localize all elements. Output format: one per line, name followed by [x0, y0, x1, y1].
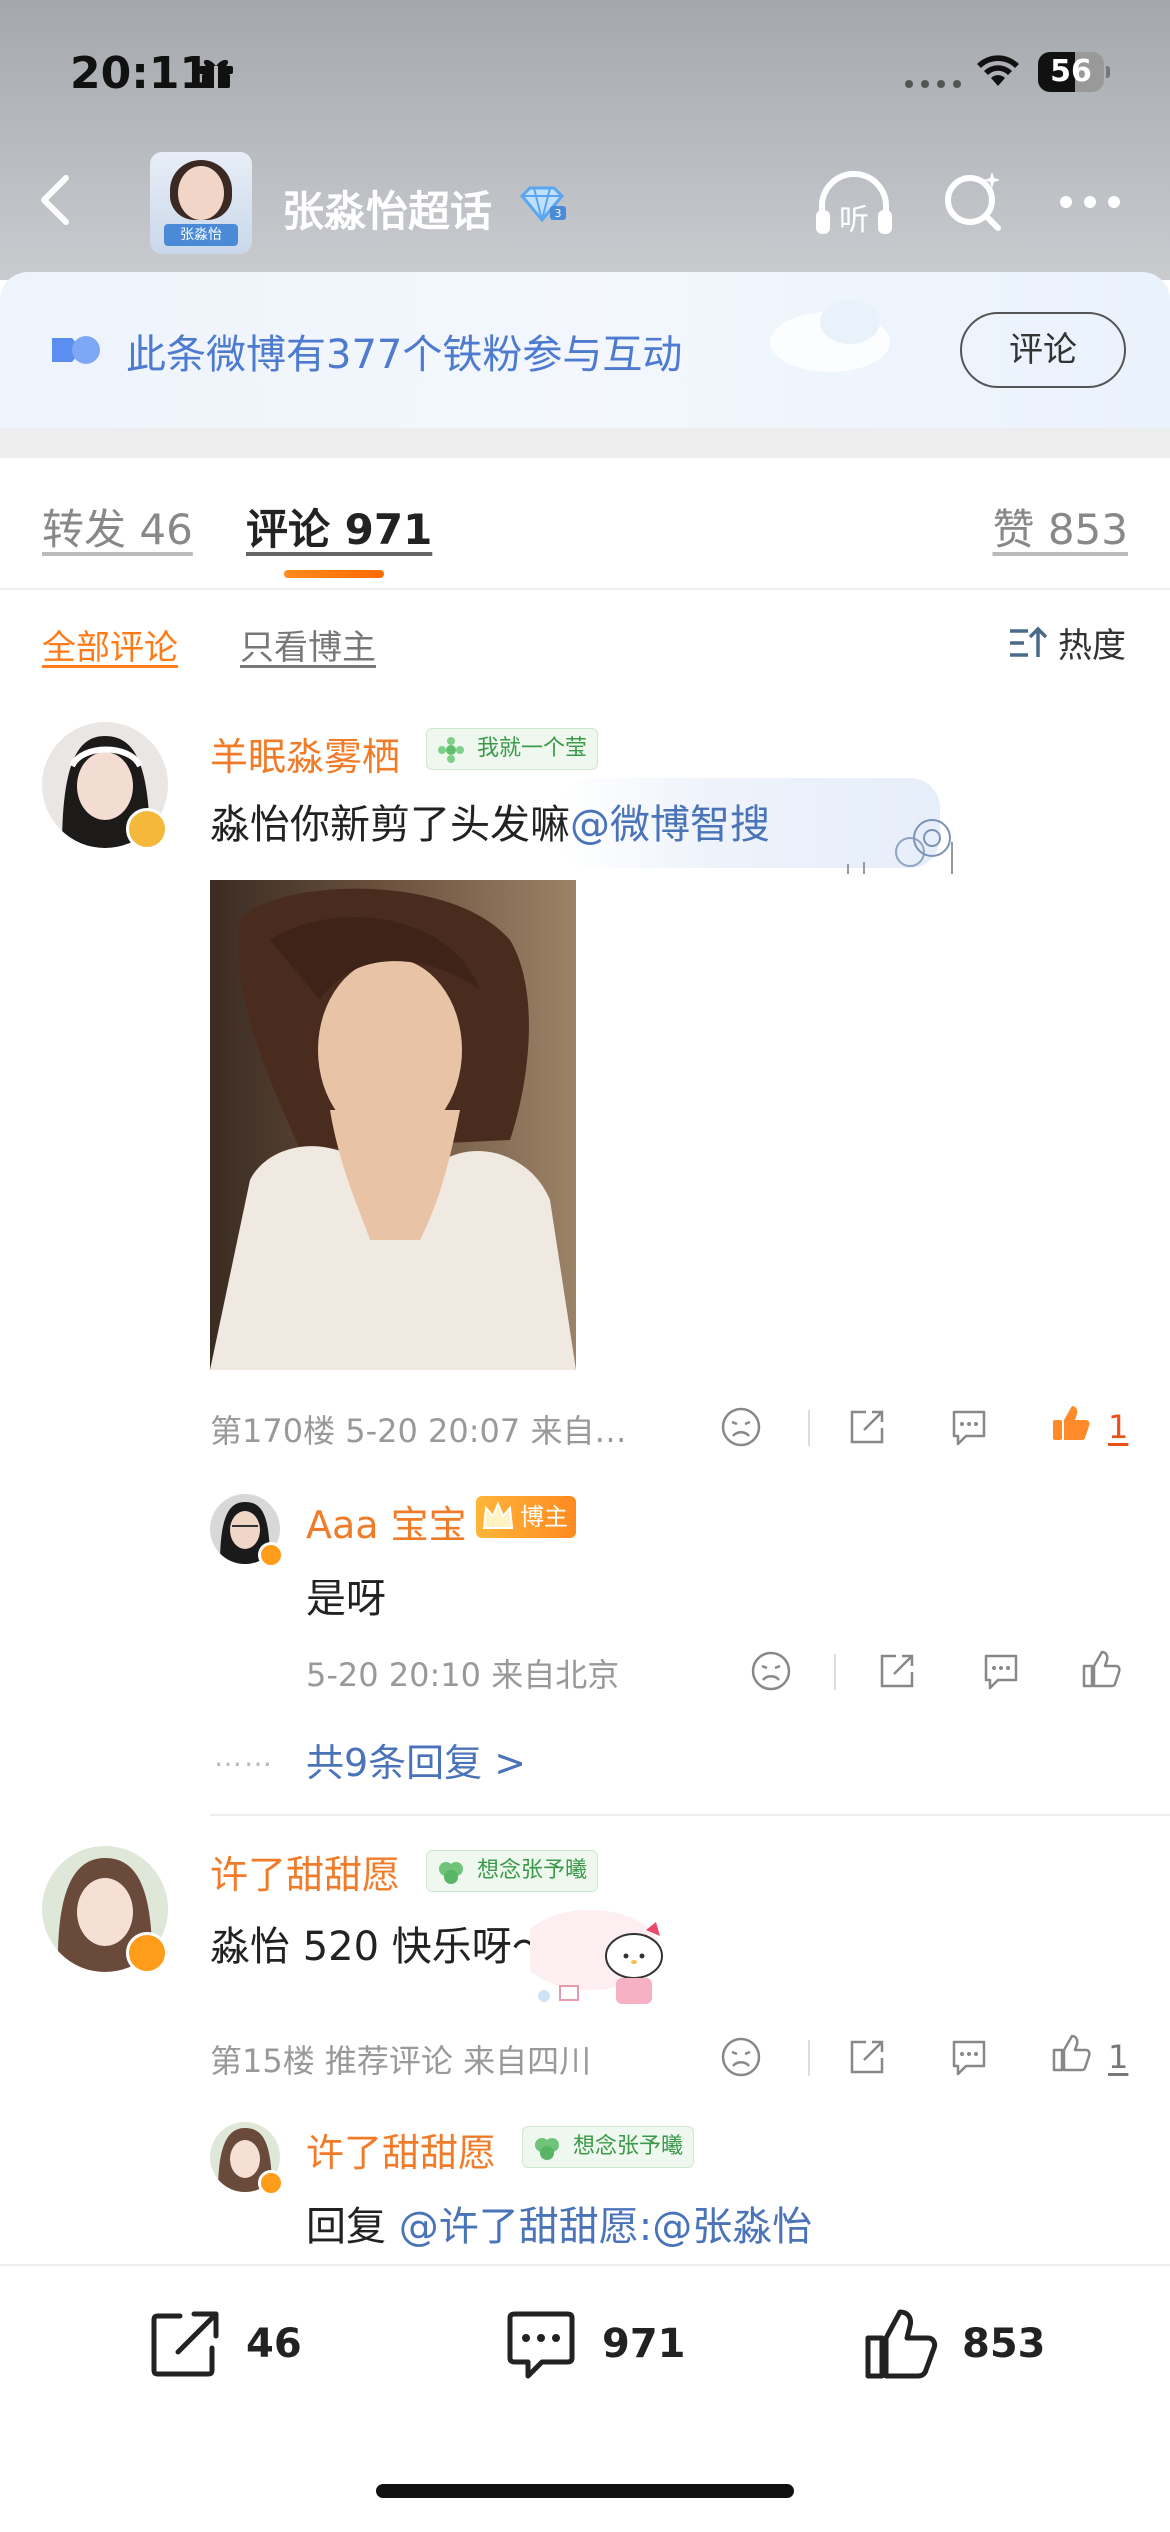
back-icon[interactable]	[32, 170, 82, 230]
comment-filter-row: 全部评论 只看博主 热度	[0, 592, 1170, 692]
verified-badge-icon	[258, 2170, 284, 2196]
reply-username[interactable]: 许了甜甜愿	[306, 2122, 496, 2177]
status-bar: 20:11 56	[0, 0, 1170, 140]
detail-tabs: 转发 46 评论 971 赞 853	[0, 458, 1170, 590]
comment-meta: 第170楼 5-20 20:07 来自…	[210, 1412, 627, 1450]
wifi-icon	[977, 55, 1019, 86]
more-replies-link[interactable]: 共9条回复 >	[306, 1732, 526, 1787]
nav-bar: 张淼怡 张淼怡超话 3 听	[0, 140, 1170, 270]
svg-text:3: 3	[555, 207, 562, 220]
like-icon	[865, 2309, 938, 2379]
reply-username[interactable]: Aaa 宝宝	[306, 1494, 467, 1549]
share-icon[interactable]	[846, 2036, 888, 2078]
mention-link[interactable]: @微博智搜	[570, 802, 770, 848]
search-icon[interactable]	[940, 168, 1006, 234]
comment-button[interactable]: 971	[502, 2306, 686, 2382]
sort-label: 热度	[1058, 626, 1126, 666]
like-count: 1	[1108, 1408, 1129, 1446]
rose-decoration-icon	[847, 819, 953, 874]
verified-badge-icon	[258, 1542, 284, 1568]
signal-icon	[905, 80, 961, 88]
gift-icon	[199, 59, 233, 88]
topic-title[interactable]: 张淼怡超话	[282, 178, 492, 239]
hello-kitty-decoration-icon	[530, 1910, 663, 2004]
fan-tag[interactable]: 想念张予曦	[522, 2126, 695, 2168]
clover-icon	[535, 2138, 559, 2160]
blogger-badge: 博主	[476, 1496, 576, 1538]
reply-text: 是呀	[306, 1576, 386, 1622]
sort-button[interactable]: 热度	[1006, 618, 1126, 667]
battery-indicator: 56	[1038, 52, 1110, 92]
header: 20:11 56 张淼怡 张淼怡超话 3 听	[0, 0, 1170, 280]
comment-image[interactable]	[210, 880, 576, 1370]
filter-blogger-only[interactable]: 只看博主	[240, 620, 376, 669]
reply-meta: 5-20 20:10 来自北京	[306, 1656, 620, 1694]
tab-active-indicator	[284, 570, 384, 578]
crown-icon	[482, 1501, 514, 1529]
flower-icon	[438, 737, 464, 763]
listen-icon[interactable]: 听	[812, 170, 896, 240]
fan-icon	[52, 336, 100, 364]
reply-text: 回复 @许了甜甜愿:@张淼怡	[306, 2204, 813, 2250]
sort-icon	[1010, 626, 1048, 657]
reply-icon[interactable]	[948, 2036, 990, 2078]
comment-text: 淼怡 520 快乐呀～	[210, 1924, 552, 1970]
dislike-face-icon[interactable]	[720, 2036, 762, 2078]
dislike-face-icon[interactable]	[750, 1650, 792, 1692]
cloud-decoration-icon	[770, 300, 890, 372]
more-replies-dots: ……	[214, 1740, 274, 1773]
reply-icon[interactable]	[948, 1406, 990, 1448]
filter-all-comments[interactable]: 全部评论	[42, 620, 178, 669]
more-icon[interactable]	[1060, 196, 1120, 208]
share-icon[interactable]	[846, 1406, 888, 1448]
tab-comment[interactable]: 评论 971	[246, 496, 432, 557]
like-button[interactable]: 853	[862, 2306, 1046, 2382]
like-icon[interactable]	[1050, 2032, 1092, 2074]
mention-link[interactable]: @许了甜甜愿:@张淼怡	[399, 2204, 812, 2250]
like-count: 1	[1108, 2038, 1129, 2076]
status-time: 20:11	[70, 48, 211, 99]
svg-text:听: 听	[839, 203, 869, 238]
topic-avatar[interactable]: 张淼怡	[150, 152, 252, 254]
dislike-face-icon[interactable]	[720, 1406, 762, 1448]
comment-text: 淼怡你新剪了头发嘛@微博智搜	[210, 802, 770, 848]
like-icon[interactable]	[1050, 1402, 1092, 1444]
divider	[808, 1410, 810, 1446]
fan-interaction-banner: 此条微博有377个铁粉参与互动 评论	[0, 272, 1170, 428]
clover-icon	[439, 1862, 463, 1884]
section-divider	[0, 428, 1170, 458]
verified-badge-icon	[126, 1932, 168, 1974]
fan-tag[interactable]: 我就一个莹	[426, 728, 599, 770]
comment-separator	[210, 1814, 1170, 1816]
banner-comment-button[interactable]: 评论	[960, 312, 1126, 388]
comment-icon	[507, 2311, 575, 2379]
repost-button[interactable]: 46	[146, 2306, 302, 2382]
like-icon[interactable]	[1080, 1648, 1122, 1690]
verified-badge-icon	[126, 808, 168, 850]
divider	[808, 2040, 810, 2076]
comment-meta: 第15楼 推荐评论 来自四川	[210, 2042, 592, 2080]
home-indicator	[376, 2484, 794, 2498]
tab-like[interactable]: 赞 853	[992, 496, 1128, 557]
share-icon[interactable]	[876, 1650, 918, 1692]
fan-banner-text: 此条微博有377个铁粉参与互动	[126, 332, 683, 378]
diamond-level-icon: 3	[519, 186, 566, 223]
comment-username[interactable]: 许了甜甜愿	[210, 1844, 400, 1899]
repost-icon	[151, 2311, 219, 2377]
comment-username[interactable]: 羊眠淼雾栖	[210, 726, 400, 781]
reply-icon[interactable]	[980, 1650, 1022, 1692]
fan-tag[interactable]: 想念张予曦	[426, 1850, 599, 1892]
divider	[834, 1654, 836, 1690]
tab-repost[interactable]: 转发 46	[42, 496, 193, 557]
